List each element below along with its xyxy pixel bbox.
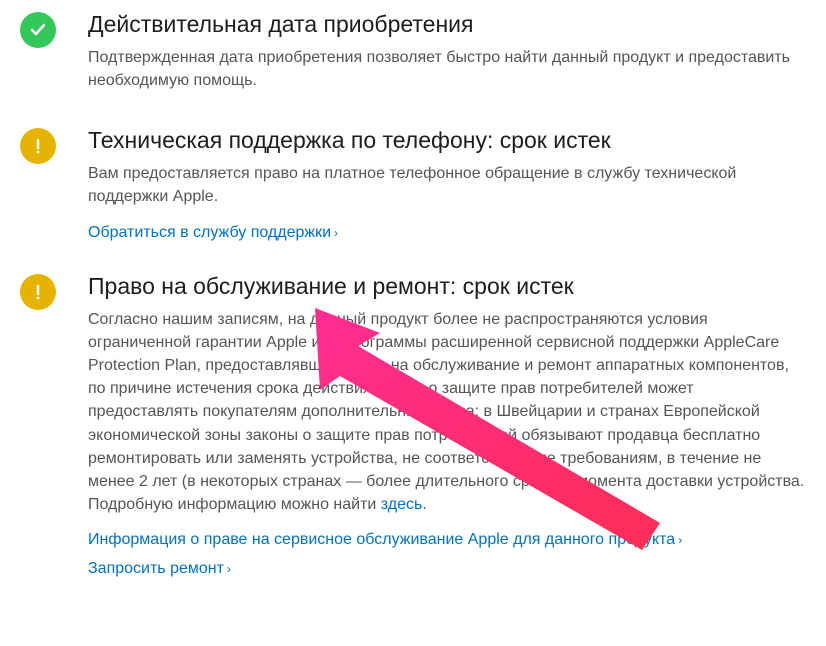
coverage-section-repair: Право на обслуживание и ремонт: срок ист…	[20, 272, 806, 581]
section-body: Подтвержденная дата приобретения позволя…	[88, 46, 806, 92]
body-pre: Согласно нашим записям, на данный продук…	[88, 311, 804, 514]
here-link[interactable]: здесь	[381, 496, 423, 513]
section-body: Вам предоставляется право на платное тел…	[88, 162, 806, 208]
request-repair-link[interactable]: Запросить ремонт›	[88, 557, 806, 580]
link-label: Информация о праве на сервисное обслужив…	[88, 531, 675, 548]
link-label: Запросить ремонт	[88, 560, 224, 577]
section-content: Право на обслуживание и ремонт: срок ист…	[62, 272, 806, 581]
check-icon	[20, 12, 56, 48]
section-body: Согласно нашим записям, на данный продук…	[88, 308, 806, 517]
warning-icon	[20, 274, 56, 310]
section-content: Действительная дата приобретения Подтвер…	[62, 10, 806, 98]
coverage-section-phone-support: Техническая поддержка по телефону: срок …	[20, 126, 806, 243]
section-title: Право на обслуживание и ремонт: срок ист…	[88, 272, 806, 302]
chevron-right-icon: ›	[678, 533, 682, 547]
section-title: Техническая поддержка по телефону: срок …	[88, 126, 806, 156]
warning-icon	[20, 128, 56, 164]
section-title: Действительная дата приобретения	[88, 10, 806, 40]
coverage-section-purchase-date: Действительная дата приобретения Подтвер…	[20, 10, 806, 98]
contact-support-link[interactable]: Обратиться в службу поддержки›	[88, 221, 338, 244]
body-post: .	[422, 496, 426, 513]
status-icon-column	[20, 10, 62, 48]
status-icon-column	[20, 126, 62, 164]
status-icon-column	[20, 272, 62, 310]
chevron-right-icon: ›	[334, 226, 338, 240]
link-label: Обратиться в службу поддержки	[88, 224, 331, 241]
chevron-right-icon: ›	[227, 562, 231, 576]
section-content: Техническая поддержка по телефону: срок …	[62, 126, 806, 243]
service-coverage-info-link[interactable]: Информация о праве на сервисное обслужив…	[88, 528, 682, 551]
